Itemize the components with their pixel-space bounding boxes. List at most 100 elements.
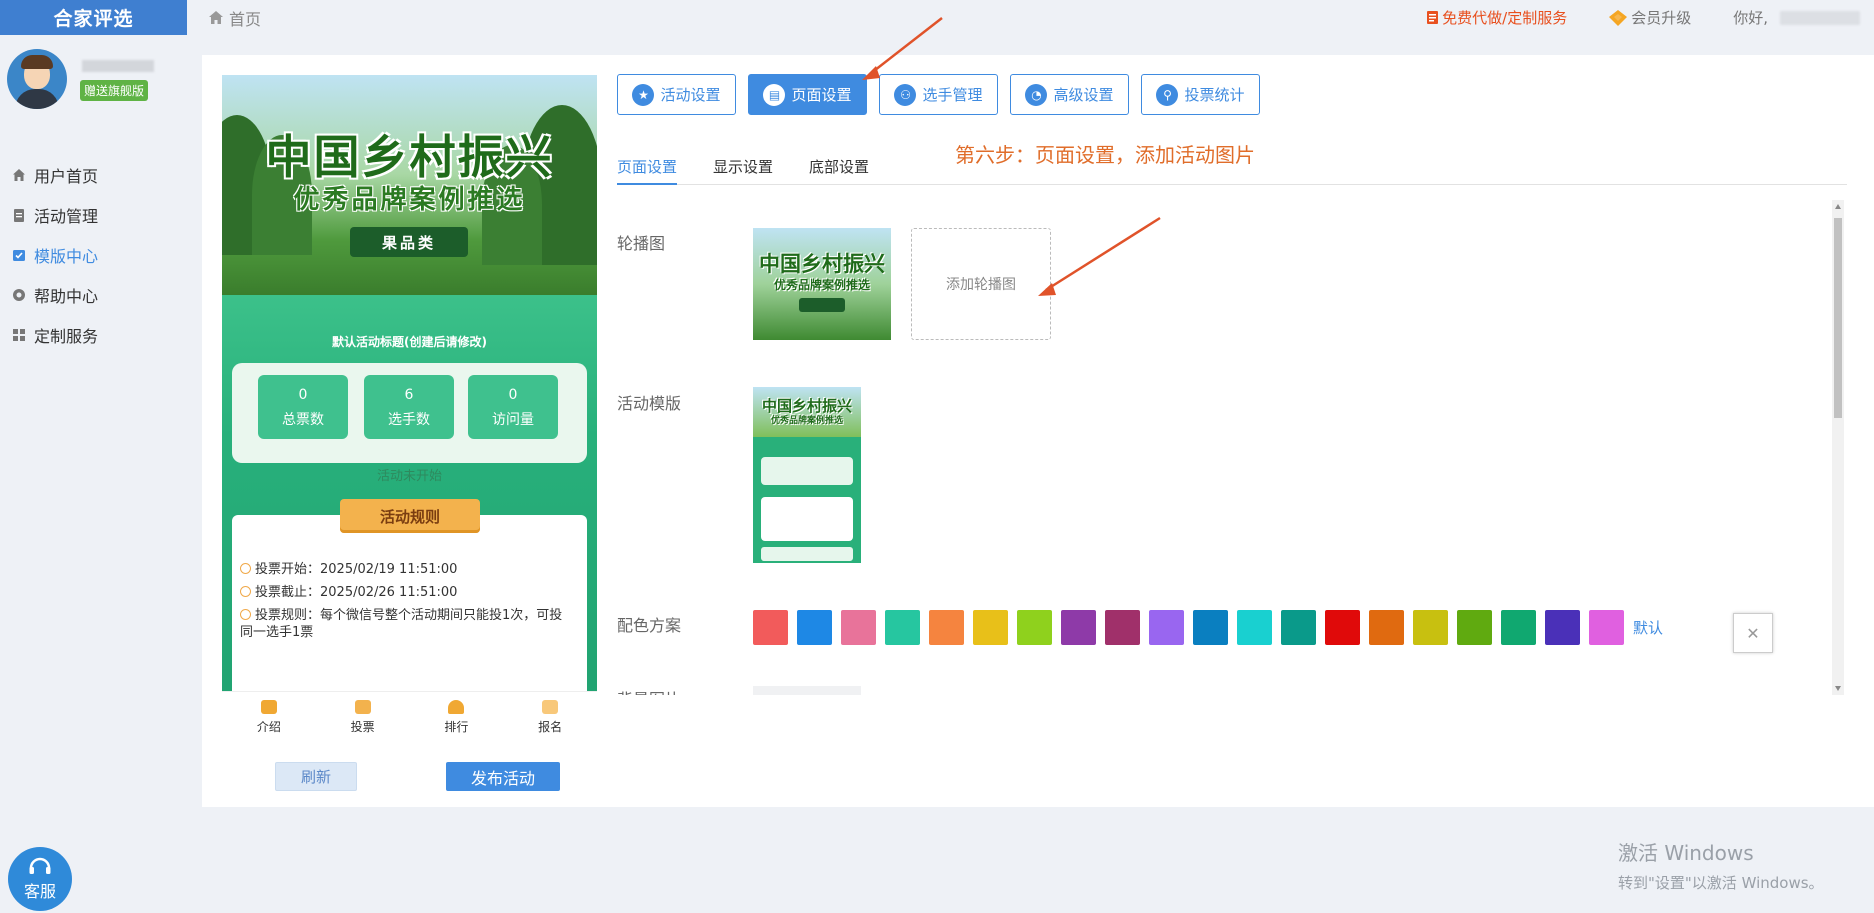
rule-end: 投票截止：2025/02/26 11:51:00 (240, 584, 570, 601)
tab-activity-settings[interactable]: ★ 活动设置 (617, 74, 736, 115)
color-swatch[interactable] (1061, 610, 1096, 645)
add-carousel-button[interactable]: 添加轮播图 (911, 228, 1051, 340)
preview-tabbar: 介绍 投票 排行 报名 (222, 691, 597, 743)
publish-button[interactable]: 发布活动 (446, 762, 560, 791)
tab-page-settings[interactable]: ▤ 页面设置 (748, 74, 867, 115)
background-image-label: 背景图片 (617, 686, 681, 695)
star-icon: ★ (632, 83, 655, 106)
sidebar-item-label: 帮助中心 (34, 287, 99, 306)
subtab-footer-settings[interactable]: 底部设置 (809, 156, 869, 185)
settings-form: 轮播图 中国乡村振兴 优秀品牌案例推选 添加轮播图 活动模版 中国乡村振兴 优秀… (617, 200, 1847, 695)
color-swatch[interactable] (1017, 610, 1052, 645)
activity-title: 默认活动标题(创建后请修改) (332, 335, 487, 349)
sidebar-item-activity[interactable]: 活动管理 (0, 195, 167, 235)
scroll-down-icon[interactable] (1835, 686, 1841, 691)
color-swatch[interactable] (1105, 610, 1140, 645)
carousel-thumbnail[interactable]: 中国乡村振兴 优秀品牌案例推选 (753, 228, 891, 340)
tab-contestant-management[interactable]: ⚇ 选手管理 (879, 74, 998, 115)
key-icon: ⚲ (1156, 83, 1179, 106)
document-icon: ▤ (763, 83, 786, 106)
trophy-icon (448, 700, 465, 714)
preview-tab-vote[interactable]: 投票 (316, 692, 410, 743)
username-blurred (1780, 10, 1860, 25)
color-swatch[interactable] (973, 610, 1008, 645)
color-swatch[interactable] (1149, 610, 1184, 645)
clipboard-icon (14, 209, 24, 222)
sidebar-item-home[interactable]: 用户首页 (0, 155, 167, 195)
color-swatch[interactable] (1413, 610, 1448, 645)
scrollbar[interactable] (1832, 200, 1844, 695)
sidebar: 赠送旗舰版 用户首页 活动管理 模版中心 帮助中心 定制服务 (0, 35, 167, 913)
settings-tabs: ★ 活动设置 ▤ 页面设置 ⚇ 选手管理 ◔ 高级设置 ⚲ 投票统计 (617, 74, 1260, 115)
breadcrumb-home[interactable]: 首页 (229, 6, 261, 30)
greeting: 你好, (1733, 9, 1768, 27)
scroll-up-icon[interactable] (1835, 204, 1841, 209)
color-swatch[interactable] (1545, 610, 1580, 645)
customer-service-button[interactable]: 客服 (8, 847, 72, 911)
top-right-nav: 免费代做/定制服务 会员升级 你好, (1427, 0, 1874, 35)
subtab-page-settings[interactable]: 页面设置 (617, 156, 678, 185)
sidebar-item-label: 定制服务 (34, 327, 99, 346)
color-swatch[interactable] (1237, 610, 1272, 645)
color-swatch[interactable] (1369, 610, 1404, 645)
background-image-thumbnail[interactable] (753, 686, 861, 695)
sidebar-item-label: 用户首页 (34, 167, 99, 186)
scroll-thumb[interactable] (1834, 218, 1842, 418)
breadcrumb[interactable]: 首页 (209, 6, 261, 30)
sidebar-item-label: 活动管理 (34, 207, 99, 226)
subtab-display-settings[interactable]: 显示设置 (713, 156, 773, 185)
color-swatch[interactable] (885, 610, 920, 645)
template-icon (13, 250, 25, 261)
help-icon (13, 289, 25, 301)
users-icon: ⚇ (894, 83, 917, 106)
color-swatch[interactable] (797, 610, 832, 645)
template-thumbnail[interactable]: 中国乡村振兴 优秀品牌案例推选 (753, 387, 861, 577)
clock-icon (240, 586, 251, 597)
close-icon[interactable]: ✕ (1733, 613, 1773, 653)
color-default-link[interactable]: 默认 (1633, 617, 1663, 638)
color-swatch[interactable] (753, 610, 788, 645)
stat-total-votes: 0 总票数 (258, 375, 348, 439)
sidebar-item-custom[interactable]: 定制服务 (0, 315, 167, 355)
color-swatch[interactable] (1281, 610, 1316, 645)
tab-advanced-settings[interactable]: ◔ 高级设置 (1010, 74, 1129, 115)
user-name-blurred (82, 60, 154, 72)
app-logo[interactable]: 合家评选 (0, 0, 187, 35)
grid-icon (13, 329, 25, 341)
color-swatch[interactable] (1589, 610, 1624, 645)
signup-icon (542, 700, 559, 714)
color-swatch[interactable] (929, 610, 964, 645)
color-swatch[interactable] (841, 610, 876, 645)
free-service-link[interactable]: 免费代做/定制服务 (1427, 7, 1567, 28)
avatar[interactable] (7, 49, 67, 109)
tab-vote-statistics[interactable]: ⚲ 投票统计 (1141, 74, 1260, 115)
clock-icon (240, 563, 251, 574)
color-swatch[interactable] (1193, 610, 1228, 645)
intro-icon (260, 700, 277, 714)
preview-tab-signup[interactable]: 报名 (503, 692, 597, 743)
color-scheme-label: 配色方案 (617, 616, 682, 635)
home-icon (13, 169, 25, 181)
sidebar-item-label: 模版中心 (34, 247, 99, 266)
color-swatches: 默认 (753, 610, 1663, 645)
vote-icon (354, 700, 371, 714)
color-swatch[interactable] (1501, 610, 1536, 645)
preview-tab-intro[interactable]: 介绍 (222, 692, 316, 743)
color-swatch[interactable] (1457, 610, 1492, 645)
vip-upgrade-link[interactable]: 会员升级 (1609, 7, 1691, 28)
preview-tab-rank[interactable]: 排行 (410, 692, 504, 743)
sidebar-item-help[interactable]: 帮助中心 (0, 275, 167, 315)
vip-diamond-icon (1609, 9, 1628, 26)
sidebar-item-template[interactable]: 模版中心 (0, 235, 167, 275)
stat-contestants: 6 选手数 (364, 375, 454, 439)
color-swatch[interactable] (1325, 610, 1360, 645)
vip-label: 会员升级 (1631, 9, 1692, 27)
stat-visits: 0 访问量 (468, 375, 558, 439)
document-icon (1427, 11, 1439, 24)
plan-badge: 赠送旗舰版 (80, 80, 149, 101)
clock-icon (240, 609, 251, 620)
refresh-button[interactable]: 刷新 (275, 762, 357, 791)
sidebar-menu: 用户首页 活动管理 模版中心 帮助中心 定制服务 (0, 155, 167, 355)
carousel-label: 轮播图 (617, 234, 666, 253)
headset-icon (29, 857, 51, 874)
